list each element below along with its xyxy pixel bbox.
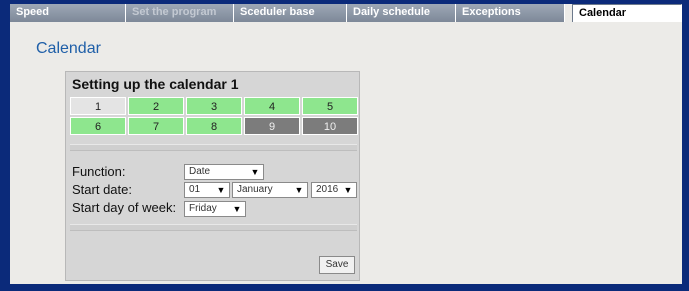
start-month-select[interactable]: January ▼ (232, 182, 308, 198)
start-date-label: Start date: (72, 182, 132, 197)
chevron-down-icon: ▼ (250, 167, 260, 177)
start-day-select-value: 01 (189, 184, 201, 195)
tab-bar: Speed Set the program Sceduler base Dail… (10, 4, 682, 22)
tab-calendar[interactable]: Calendar (572, 4, 682, 22)
calendar-button-1[interactable]: 1 (70, 97, 126, 115)
tab-daily-schedule[interactable]: Daily schedule (347, 4, 456, 22)
page-title: Calendar (36, 40, 101, 57)
tab-exceptions[interactable]: Exceptions (456, 4, 565, 22)
start-day-of-week-select[interactable]: Friday ▼ (184, 201, 246, 217)
divider (70, 144, 357, 151)
function-label: Function: (72, 164, 126, 179)
main-content: Calendar Setting up the calendar 1 1 2 3… (10, 22, 682, 284)
calendar-button-8[interactable]: 8 (186, 117, 242, 135)
calendar-button-5[interactable]: 5 (302, 97, 358, 115)
start-day-of-week-select-value: Friday (189, 203, 217, 214)
tab-sceduler-base[interactable]: Sceduler base (234, 4, 347, 22)
chevron-down-icon: ▼ (232, 204, 242, 214)
chevron-down-icon: ▼ (294, 185, 304, 195)
start-day-of-week-label: Start day of week: (72, 200, 177, 215)
calendar-button-7[interactable]: 7 (128, 117, 184, 135)
function-select-value: Date (189, 166, 211, 177)
calendar-button-9[interactable]: 9 (244, 117, 300, 135)
calendar-button-6[interactable]: 6 (70, 117, 126, 135)
start-day-select[interactable]: 01 ▼ (184, 182, 230, 198)
calendar-setup-panel: Setting up the calendar 1 1 2 3 4 5 6 7 … (65, 71, 360, 281)
tab-speed[interactable]: Speed (10, 4, 126, 22)
start-year-select-value: 2016 (316, 184, 339, 195)
chevron-down-icon: ▼ (343, 185, 353, 195)
tab-set-the-program[interactable]: Set the program (126, 4, 234, 22)
calendar-button-10[interactable]: 10 (302, 117, 358, 135)
start-month-select-value: January (237, 184, 273, 195)
panel-heading: Setting up the calendar 1 (72, 76, 239, 92)
function-select[interactable]: Date ▼ (184, 164, 264, 180)
calendar-button-2[interactable]: 2 (128, 97, 184, 115)
calendar-button-3[interactable]: 3 (186, 97, 242, 115)
start-year-select[interactable]: 2016 ▼ (311, 182, 357, 198)
save-button[interactable]: Save (319, 256, 355, 274)
chevron-down-icon: ▼ (216, 185, 226, 195)
divider (70, 224, 357, 231)
calendar-button-4[interactable]: 4 (244, 97, 300, 115)
